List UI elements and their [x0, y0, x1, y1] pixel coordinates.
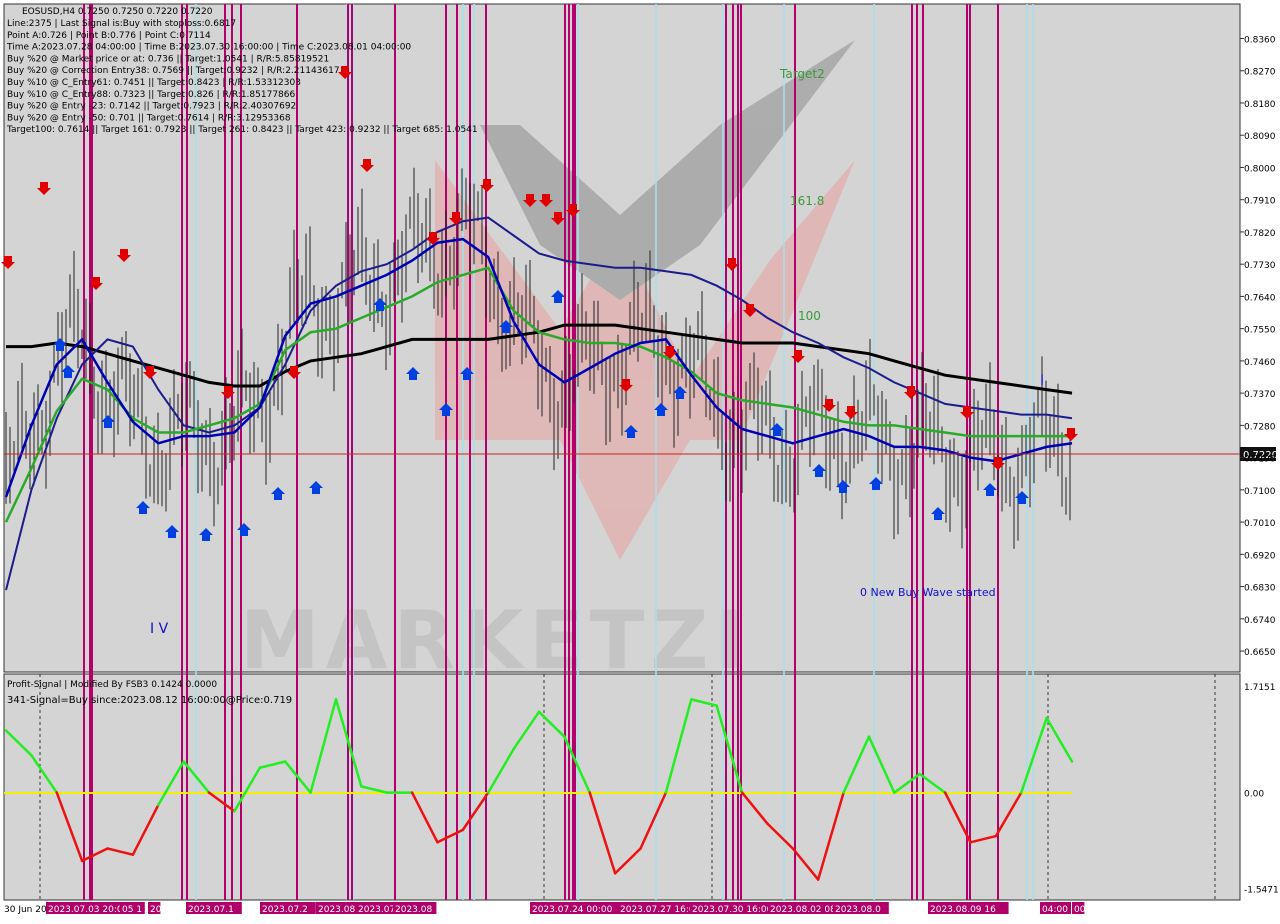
time-label: 05 1: [122, 905, 142, 915]
price-tick-label: 0.6650: [1244, 648, 1276, 658]
indicator-tick-label: 0.00: [1244, 790, 1264, 800]
price-tick-label: 0.8180: [1244, 100, 1276, 110]
price-tick-label: 0.8090: [1244, 132, 1276, 142]
annotation-wave-iv: I V: [150, 621, 169, 637]
time-label: 2023.07.30 16:00: [692, 905, 773, 915]
time-label: 2023.07.27 16:00: [620, 905, 701, 915]
price-tick-label: 0.7100: [1244, 487, 1276, 497]
chart-canvas[interactable]: MARKETZI 0.7220 0.83600.82700.81800.8090…: [0, 0, 1280, 920]
price-tick-label: 0.7910: [1244, 197, 1276, 207]
time-label: 04:00: [1042, 905, 1068, 915]
price-tick-label: 0.7190: [1244, 455, 1276, 465]
annotation-wave-i: I: [1040, 373, 1044, 389]
chart-window: MARKETZI 0.7220 0.8360 0.8270 0.8180 0.8090…: [0, 0, 1280, 920]
price-tick-label: 0.7280: [1244, 422, 1276, 432]
time-label: 2023.08.09 16: [930, 905, 996, 915]
indicator-subtitle: 341-Signal=Buy since:2023.08.12 16:00:00…: [7, 695, 292, 706]
info-line: Buy %10 @ C_Entry88: 0.7323 || Target:0.…: [7, 90, 296, 100]
chart-title: EOSUSD,H4 0.7250 0.7250 0.7220 0.7220: [22, 7, 213, 17]
annotation-fib-161: 161.8: [790, 194, 824, 208]
info-line: Time A:2023.07.28 04:00:00 | Time B:2023…: [6, 43, 411, 53]
price-tick-label: 0.8000: [1244, 164, 1276, 174]
time-label: 2023.07.24 00:00: [532, 905, 613, 915]
price-tick-label: 0.7550: [1244, 326, 1276, 336]
info-line: Point A:0.726 | Point B:0.776 | Point C:…: [7, 31, 211, 41]
info-line: Buy %20 @ Market price or at: 0.736 || T…: [7, 54, 329, 64]
time-label: 30 Jun 20: [4, 905, 47, 915]
info-line: Buy %20 @ Correction Entry38: 0.7569 || …: [7, 66, 340, 76]
annotation-fib-100: 100: [798, 309, 821, 323]
price-tick-label: 0.6740: [1244, 616, 1276, 626]
info-line: Line:2375 | Last Signal is:Buy with stop…: [7, 19, 236, 29]
info-line: Buy %20 @ Entry -23: 0.7142 || Target:0.…: [7, 102, 296, 112]
indicator-tick-label: -1.5471: [1244, 886, 1279, 896]
annotation-target2: Target2: [779, 67, 825, 81]
indicator-title: Profit-Signal | Modified By FSB3 0.1424 …: [7, 680, 217, 690]
price-tick-label: 0.7370: [1244, 390, 1276, 400]
price-tick-label: 0.6920: [1244, 551, 1276, 561]
time-label: 2023.07.1: [188, 905, 234, 915]
time-label: 2023.08: [318, 905, 355, 915]
info-line: Buy %10 @ C_Entry61: 0.7451 || Target:0.…: [7, 78, 301, 88]
annotation-new-wave: 0 New Buy Wave started: [860, 586, 996, 599]
price-tick-label: 0.8360: [1244, 36, 1276, 46]
price-tick-label: 0.7640: [1244, 293, 1276, 303]
time-label: 00: [1074, 905, 1086, 915]
indicator-tick-label: 1.7151: [1244, 683, 1276, 693]
info-line: Target100: 0.7614 || Target 161: 0.7923 …: [6, 125, 478, 135]
time-label: 20: [150, 905, 162, 915]
price-tick-label: 0.7820: [1244, 229, 1276, 239]
price-tick-label: 0.6830: [1244, 584, 1276, 594]
time-label: 2023.08: [395, 905, 432, 915]
time-label: 2023.07.2: [262, 905, 308, 915]
info-line: Buy %20 @ Entry -50: 0.701 || Target:0.7…: [7, 113, 291, 123]
svg-text:MARKETZI: MARKETZI: [240, 594, 750, 687]
price-tick-label: 0.7010: [1244, 519, 1276, 529]
price-tick-label: 0.8270: [1244, 68, 1276, 78]
price-tick-label: 0.7460: [1244, 358, 1276, 368]
time-label: 2023.08.0: [835, 905, 881, 915]
price-tick-label: 0.7730: [1244, 261, 1276, 271]
time-label: 2023.07.03 20:00: [48, 905, 129, 915]
